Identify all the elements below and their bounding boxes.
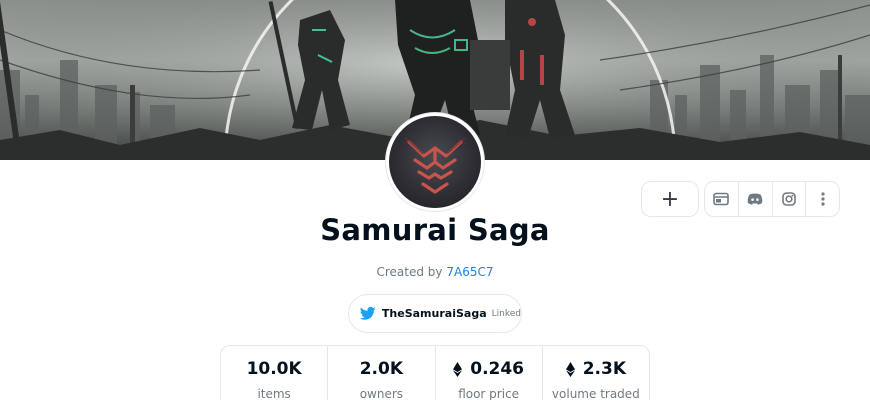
twitter-handle: TheSamuraiSaga	[381, 307, 487, 320]
stat-volume-traded-value: 2.3K	[582, 359, 627, 379]
stat-owners-label: owners	[359, 387, 404, 400]
more-options-button[interactable]	[805, 182, 839, 216]
twitter-link[interactable]: TheSamuraiSaga Linked	[348, 294, 522, 333]
created-by-line: Created by 7A65C7	[0, 265, 870, 279]
collection-avatar	[386, 113, 484, 211]
creator-link[interactable]: 7A65C7	[446, 265, 493, 279]
stat-floor-price-label: floor price	[458, 387, 520, 400]
collection-stats: 10.0K items 2.0K owners 0.246 floor pric…	[220, 345, 650, 400]
stat-floor-price[interactable]: 0.246 floor price	[434, 346, 542, 400]
linked-status: Linked	[491, 308, 521, 319]
website-button[interactable]	[705, 182, 738, 216]
website-icon	[713, 192, 730, 206]
stat-owners[interactable]: 2.0K owners	[327, 346, 434, 400]
stat-value: 2.0K	[328, 358, 434, 380]
twitter-bird-icon	[360, 306, 376, 320]
stat-value: 10.0K	[221, 358, 327, 380]
stat-value: 2.3K	[543, 358, 649, 380]
stat-value: 0.246	[436, 358, 542, 380]
stat-volume-traded[interactable]: 2.3K volume traded	[541, 346, 649, 400]
more-options-icon	[821, 192, 825, 206]
add-button-group: +	[641, 181, 699, 217]
samurai-crest-logo	[389, 116, 481, 208]
instagram-icon	[782, 192, 796, 206]
eth-icon	[565, 361, 575, 377]
discord-icon	[747, 193, 763, 205]
instagram-button[interactable]	[771, 182, 806, 216]
created-by-label: Created by	[376, 265, 443, 279]
plus-icon: +	[660, 186, 680, 212]
stat-floor-price-value: 0.246	[470, 359, 525, 379]
stat-items[interactable]: 10.0K items	[221, 346, 327, 400]
discord-button[interactable]	[737, 182, 772, 216]
collection-title: Samurai Saga	[320, 213, 550, 247]
stat-items-label: items	[257, 387, 291, 400]
stat-volume-traded-label: volume traded	[551, 387, 640, 400]
stat-owners-value: 2.0K	[359, 359, 404, 379]
social-links-group	[704, 181, 840, 217]
stat-items-value: 10.0K	[246, 359, 302, 379]
add-button[interactable]: +	[642, 182, 698, 216]
eth-icon	[453, 361, 463, 377]
